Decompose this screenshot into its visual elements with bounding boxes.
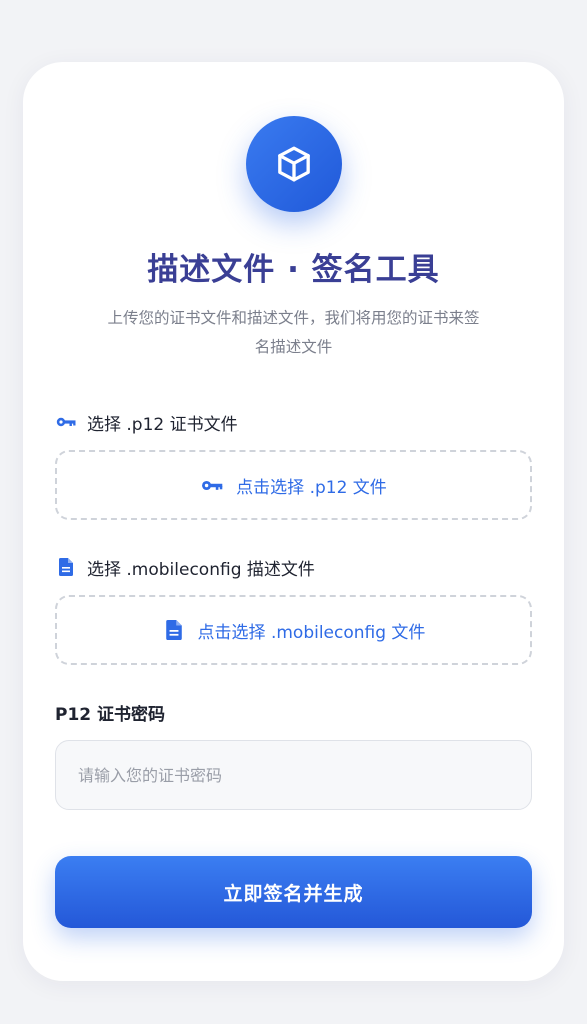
password-input[interactable] — [55, 740, 532, 810]
page: 描述文件 · 签名工具 上传您的证书文件和描述文件，我们将用您的证书来签名描述文… — [0, 0, 587, 1024]
file-icon — [162, 618, 186, 642]
sign-generate-button[interactable]: 立即签名并生成 — [55, 856, 532, 928]
file-icon — [55, 556, 77, 578]
password-label: P12 证书密码 — [55, 700, 166, 725]
key-icon — [200, 473, 224, 497]
password-label-text: P12 证书密码 — [55, 704, 166, 725]
mobileconfig-file-dropzone[interactable]: 点击选择 .mobileconfig 文件 — [55, 595, 532, 665]
mobileconfig-dropzone-text: 点击选择 .mobileconfig 文件 — [197, 622, 426, 643]
page-title: 描述文件 · 签名工具 — [147, 252, 440, 288]
p12-file-label: 选择 .p12 证书文件 — [55, 410, 238, 435]
key-icon — [55, 411, 77, 433]
mobileconfig-file-label-text: 选择 .mobileconfig 描述文件 — [87, 559, 315, 580]
signing-card: 描述文件 · 签名工具 上传您的证书文件和描述文件，我们将用您的证书来签名描述文… — [23, 62, 564, 981]
p12-dropzone-text: 点击选择 .p12 文件 — [236, 477, 387, 498]
cube-icon — [277, 146, 310, 182]
p12-file-label-text: 选择 .p12 证书文件 — [87, 414, 238, 435]
page-subtitle: 上传您的证书文件和描述文件，我们将用您的证书来签名描述文件 — [107, 309, 480, 356]
mobileconfig-file-label: 选择 .mobileconfig 描述文件 — [55, 555, 315, 580]
p12-file-dropzone[interactable]: 点击选择 .p12 文件 — [55, 450, 532, 520]
logo-badge — [245, 116, 342, 212]
